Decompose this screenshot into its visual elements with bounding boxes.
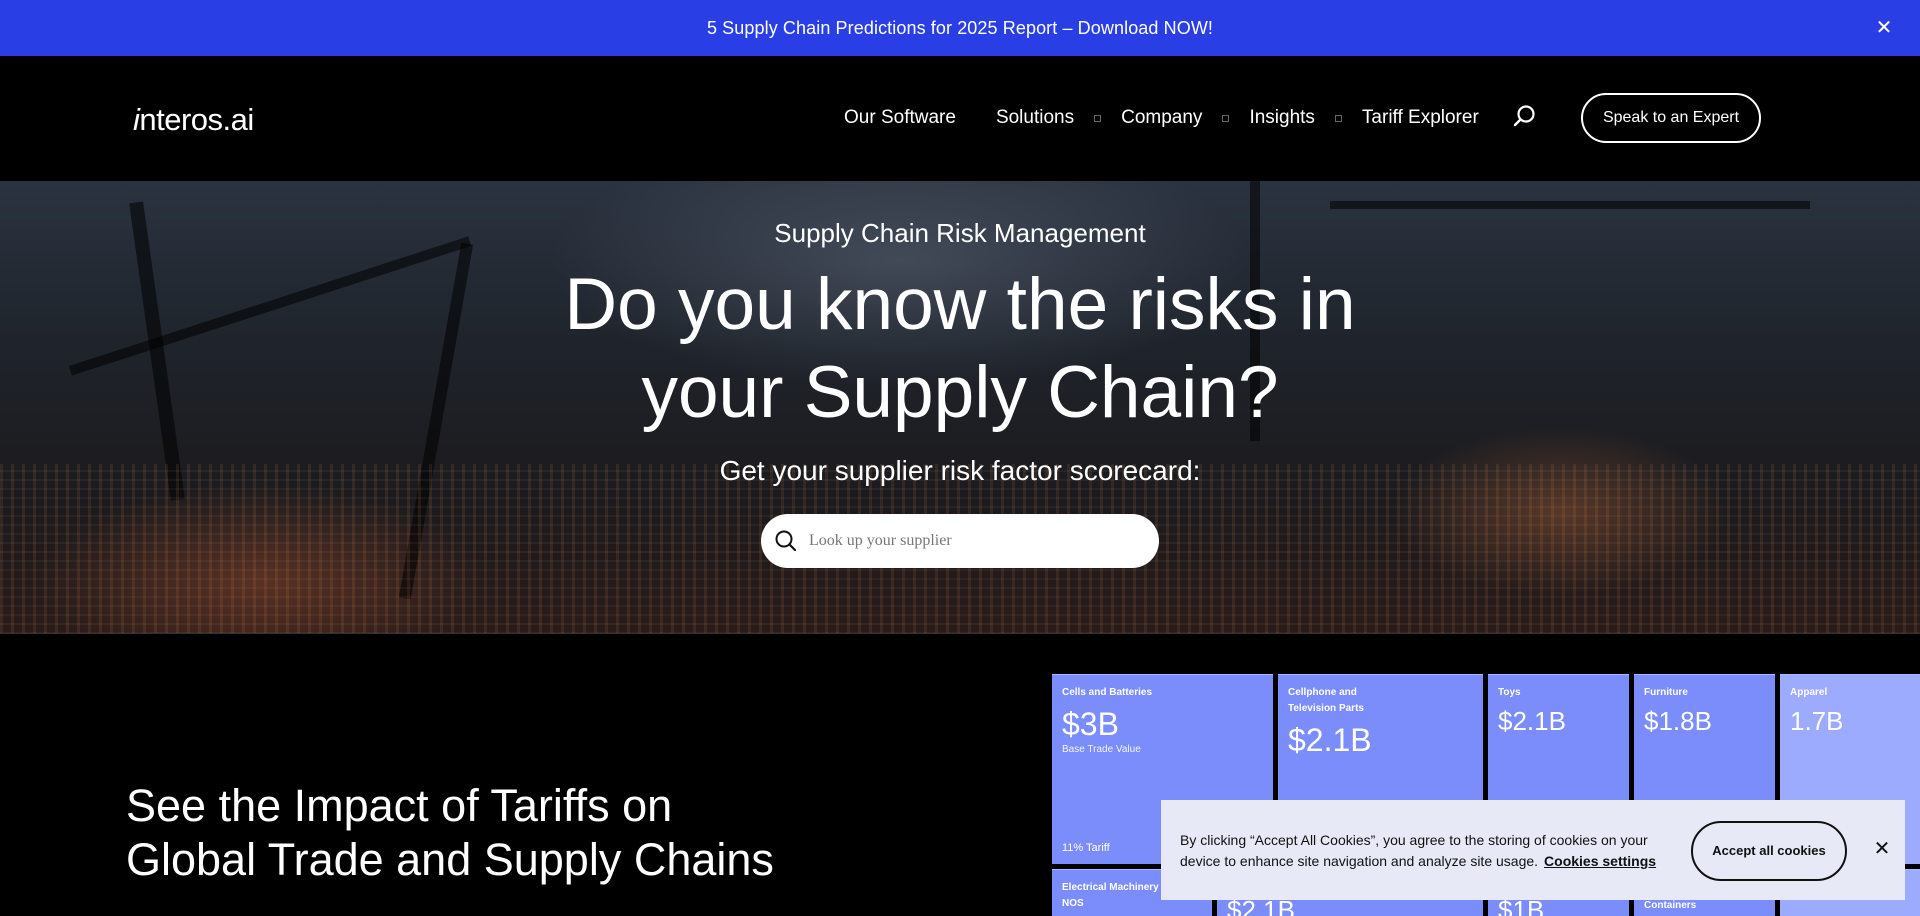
tile-value: 1.7B [1790, 706, 1844, 736]
hero-prompt: Get your supplier risk factor scorecard: [719, 455, 1201, 486]
tile-label: Toys [1498, 687, 1521, 698]
announcement-text[interactable]: 5 Supply Chain Predictions for 2025 Repo… [707, 18, 1213, 39]
cookies-settings-link[interactable]: Cookies settings [1544, 853, 1656, 869]
tile-value: $2.1B [1498, 706, 1566, 736]
tariff-title-line: Global Trade and Supply Chains [126, 834, 774, 885]
tile-sublabel: Base Trade Value [1062, 744, 1141, 755]
nav-company[interactable]: Company [1121, 107, 1249, 129]
cookie-text: By clicking “Accept All Cookies”, you ag… [1180, 830, 1690, 872]
nav-label: Our Software [844, 107, 956, 128]
chevron-down-icon [1334, 114, 1342, 122]
nav-tariff-explorer[interactable]: Tariff Explorer [1362, 107, 1479, 129]
tile-label: Furniture [1644, 687, 1688, 698]
announcement-bar[interactable]: 5 Supply Chain Predictions for 2025 Repo… [0, 0, 1920, 56]
hero-title-line: Do you know the risks in [564, 264, 1356, 345]
tile-label: Containers [1644, 900, 1697, 911]
site-header: interos.ai Our Software Solutions Compan… [0, 56, 1920, 181]
logo-text: nteros.ai [139, 102, 254, 137]
supplier-search-input[interactable] [809, 532, 1129, 550]
tile-label: Television Parts [1288, 703, 1364, 714]
search-icon[interactable] [1512, 103, 1538, 129]
close-icon[interactable]: ✕ [1874, 18, 1894, 38]
chevron-down-icon [1222, 114, 1230, 122]
tile-label: Apparel [1790, 687, 1828, 698]
tile-value: $2.1B [1288, 722, 1372, 758]
nav-label: Solutions [995, 107, 1075, 128]
hero-eyebrow: Supply Chain Risk Management [774, 218, 1146, 248]
tile-label: Cells and Batteries [1062, 687, 1153, 698]
hero-section: Supply Chain Risk Management Do you know… [0, 181, 1920, 634]
main-nav: Our Software Solutions Company Insights … [844, 106, 1479, 130]
speak-to-expert-button[interactable]: Speak to an Expert [1581, 93, 1761, 143]
nav-solutions[interactable]: Solutions [996, 107, 1121, 129]
nav-our-software[interactable]: Our Software [844, 107, 956, 129]
accept-all-cookies-button[interactable]: Accept all cookies [1691, 821, 1847, 881]
hero-title: Do you know the risks in your Supply Cha… [0, 261, 1920, 437]
interos-logo[interactable]: interos.ai [133, 102, 254, 138]
nav-label: Company [1121, 107, 1203, 128]
search-icon [775, 530, 797, 552]
tile-value: $1.8B [1644, 706, 1712, 736]
tariff-section-title: See the Impact of Tariffs on Global Trad… [126, 779, 886, 887]
cookie-banner: By clicking “Accept All Cookies”, you ag… [1161, 800, 1905, 900]
hero-title-line: your Supply Chain? [641, 352, 1279, 433]
chevron-down-icon [1094, 114, 1102, 122]
nav-label: Tariff Explorer [1361, 107, 1479, 128]
nav-insights[interactable]: Insights [1249, 107, 1361, 129]
tile-tariff: 11% Tariff [1062, 842, 1110, 854]
tariff-title-line: See the Impact of Tariffs on [126, 780, 673, 831]
close-icon[interactable]: ✕ [1872, 839, 1892, 859]
crane-silhouette [1330, 201, 1810, 209]
tile-value: $3B [1062, 706, 1119, 742]
supplier-search-box[interactable] [761, 514, 1159, 568]
tile-label: Cellphone and [1288, 687, 1357, 698]
nav-label: Insights [1249, 107, 1315, 128]
